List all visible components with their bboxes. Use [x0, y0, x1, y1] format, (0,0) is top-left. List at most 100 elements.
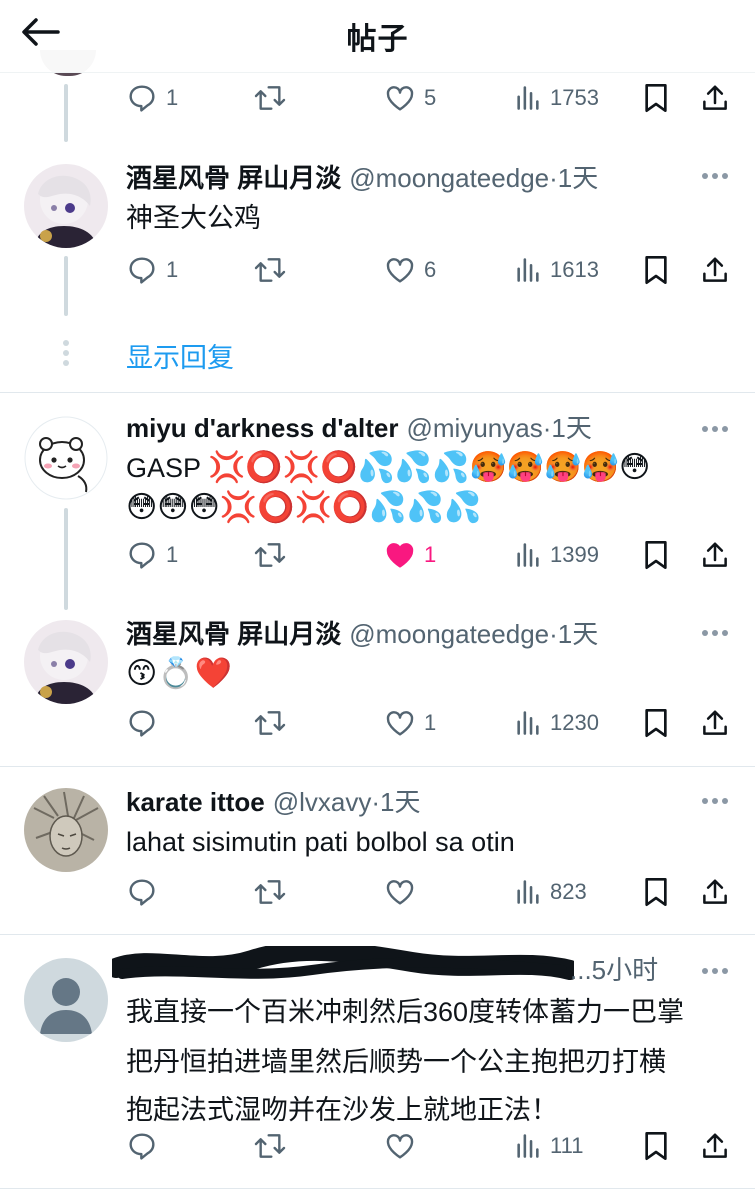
divider	[0, 1188, 755, 1189]
avatar[interactable]	[24, 416, 108, 500]
heart-icon	[386, 711, 414, 736]
tweet-actions: 1 1 1399	[0, 533, 755, 577]
view-count: 111	[550, 1133, 584, 1158]
like-button[interactable]	[384, 1124, 416, 1168]
more-icon[interactable]	[702, 968, 728, 976]
more-icon[interactable]	[702, 173, 728, 181]
views-button[interactable]: 1613	[514, 248, 599, 292]
reply-button[interactable]: 1	[126, 533, 178, 577]
reply-button[interactable]	[126, 701, 158, 745]
repost-button[interactable]	[252, 1124, 288, 1168]
anime-doll-avatar-icon	[24, 620, 108, 704]
avatar[interactable]	[24, 620, 108, 704]
repost-button[interactable]	[252, 533, 288, 577]
bookmark-icon	[645, 255, 667, 284]
sketch-avatar-icon	[24, 788, 108, 872]
avatar[interactable]	[24, 958, 108, 1042]
like-button[interactable]: 1	[384, 701, 436, 745]
user-handle[interactable]: @moongateedge	[349, 163, 549, 193]
views-button[interactable]: 1753	[514, 76, 599, 120]
share-icon	[703, 85, 727, 110]
bookmark-button[interactable]	[642, 533, 670, 577]
divider	[0, 392, 755, 393]
tweet-header: 酒星风骨 屏山月淡 @moongateedge·1天	[126, 160, 598, 196]
avatar[interactable]	[24, 164, 108, 248]
timestamp[interactable]: ·1天	[549, 163, 598, 193]
timestamp[interactable]: ·1天	[371, 787, 420, 817]
share-icon	[703, 1133, 727, 1158]
views-button[interactable]: 1399	[514, 533, 599, 577]
repost-button[interactable]	[252, 870, 288, 914]
views-button[interactable]: 1230	[514, 701, 599, 745]
like-button[interactable]: 1	[384, 533, 436, 577]
like-count: 1	[424, 710, 437, 735]
bookmark-button[interactable]	[642, 76, 670, 120]
views-icon	[517, 880, 539, 904]
like-button[interactable]	[384, 870, 416, 914]
view-count: 1230	[550, 710, 599, 735]
user-handle[interactable]: @moongateedge	[349, 619, 549, 649]
like-count: 1	[424, 542, 437, 567]
share-button[interactable]	[700, 533, 730, 577]
views-button[interactable]: 111	[514, 1124, 583, 1168]
reply-icon	[129, 85, 155, 112]
share-button[interactable]	[700, 870, 730, 914]
view-count: 1753	[550, 85, 599, 110]
display-name[interactable]: miyu d'arkness d'alter	[126, 413, 398, 443]
share-button[interactable]	[700, 248, 730, 292]
show-replies-link[interactable]: 显示回复	[126, 336, 234, 375]
reply-button[interactable]: 1	[126, 248, 178, 292]
share-button[interactable]	[700, 701, 730, 745]
timestamp[interactable]: ...5小时	[570, 955, 658, 985]
reply-button[interactable]	[126, 1124, 158, 1168]
tweet-text: GASP 💢⭕💢⭕💦💦💦🥵🥵🥵🥵😳	[126, 448, 650, 488]
like-button[interactable]: 5	[384, 76, 436, 120]
like-button[interactable]: 6	[384, 248, 436, 292]
reply-count: 1	[166, 85, 179, 110]
reply-count: 1	[166, 542, 179, 567]
more-icon[interactable]	[702, 630, 728, 638]
display-name[interactable]: karate ittoe	[126, 787, 265, 817]
reply-button[interactable]: 1	[126, 76, 178, 120]
timestamp[interactable]: ·1天	[543, 413, 592, 443]
bookmark-icon	[645, 1132, 667, 1160]
repost-icon	[254, 258, 286, 282]
redacted-username	[106, 940, 580, 986]
repost-icon	[254, 711, 286, 735]
white-bear-avatar-icon	[24, 416, 108, 500]
views-icon	[517, 86, 539, 110]
display-name[interactable]: 酒星风骨 屏山月淡	[126, 619, 341, 649]
user-handle[interactable]: @lvxavy	[273, 787, 372, 817]
more-icon[interactable]	[702, 798, 728, 806]
bookmark-button[interactable]	[642, 870, 670, 914]
repost-icon	[254, 543, 286, 567]
share-icon	[703, 542, 727, 567]
reply-button[interactable]	[126, 870, 158, 914]
reply-icon	[129, 879, 155, 906]
tweet-text: lahat sisimutin pati bolbol sa otin	[126, 827, 515, 857]
bookmark-button[interactable]	[642, 701, 670, 745]
repost-button[interactable]	[252, 76, 288, 120]
repost-button[interactable]	[252, 248, 288, 292]
bookmark-button[interactable]	[642, 1124, 670, 1168]
bookmark-button[interactable]	[642, 248, 670, 292]
tweet-actions: 1 1230	[0, 701, 755, 745]
views-button[interactable]: 823	[514, 870, 587, 914]
reply-icon	[129, 710, 155, 737]
display-name[interactable]: 酒星风骨 屏山月淡	[126, 163, 341, 193]
anime-doll-avatar-icon	[24, 164, 108, 248]
bookmark-icon	[645, 541, 667, 569]
more-icon[interactable]	[702, 426, 728, 434]
avatar[interactable]	[24, 788, 108, 872]
user-handle[interactable]: @miyunyas	[406, 413, 542, 443]
reply-icon	[129, 542, 155, 569]
reply-icon	[129, 257, 155, 284]
repost-button[interactable]	[252, 701, 288, 745]
default-avatar-icon	[24, 958, 108, 1042]
tweet-header: miyu d'arkness d'alter @miyunyas·1天	[126, 410, 592, 446]
share-button[interactable]	[700, 1124, 730, 1168]
repost-icon	[254, 86, 286, 110]
bookmark-icon	[645, 709, 667, 737]
share-button[interactable]	[700, 76, 730, 120]
timestamp[interactable]: ·1天	[549, 619, 598, 649]
